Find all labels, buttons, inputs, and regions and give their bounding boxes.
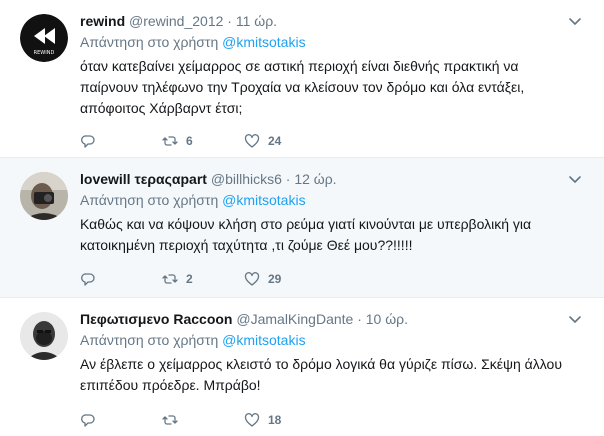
chevron-down-icon[interactable]	[568, 14, 582, 28]
retweet-icon	[162, 136, 178, 146]
like-count: 18	[268, 413, 282, 427]
retweet-icon	[162, 274, 178, 284]
svg-text:REWIND: REWIND	[34, 50, 55, 56]
tweet-header: lovewill τεραςαpart @billhicks6 · 12 ώρ.	[80, 170, 337, 188]
like-icon	[244, 134, 260, 148]
timestamp[interactable]: 12 ώρ.	[294, 171, 336, 187]
tweet-text-line: όταν κατεβαίνει χείμαρρος σε αστική περι…	[80, 58, 519, 74]
tweet-text-line: Καθώς και να κόψουν κλήση στο ρεύμα γιατ…	[80, 216, 532, 232]
retweet-button[interactable]	[162, 412, 244, 428]
like-icon	[244, 272, 260, 286]
reply-icon	[81, 135, 95, 148]
retweet-button[interactable]: 6	[162, 133, 244, 149]
display-name[interactable]: Πεφωτισμενο Raccoon	[80, 311, 232, 327]
reply-context: Απάντηση στο χρήστη @kmitsotakis	[80, 331, 306, 349]
tweet-header: rewind @rewind_2012 · 11 ώρ.	[80, 12, 277, 30]
reply-icon	[81, 414, 95, 427]
username[interactable]: @rewind_2012	[129, 13, 223, 29]
tweet-text-line: παίρνουν τηλέφωνο την Τροχαία να κλείσου…	[80, 79, 525, 95]
reply-prefix: Απάντηση στο χρήστη	[80, 192, 219, 208]
separator: ·	[357, 311, 362, 327]
retweet-button[interactable]: 2	[162, 271, 244, 287]
separator: ·	[227, 13, 232, 29]
username[interactable]: @billhicks6	[211, 171, 282, 187]
like-button[interactable]: 18	[244, 412, 326, 428]
tweet-text-line: κατοικημένη περιοχή ταχύτητα ,τι ζούμε Θ…	[80, 237, 413, 253]
tweet-actions: 2 29	[80, 271, 326, 287]
chevron-down-icon[interactable]	[568, 172, 582, 186]
retweet-icon	[162, 415, 178, 425]
tweet-text-line: επιπέδου πρόεδρε. Μπράβο!	[80, 377, 261, 393]
user-photo-icon	[20, 172, 68, 220]
retweet-count: 2	[186, 272, 193, 286]
like-icon	[244, 413, 260, 427]
user-photo-icon	[20, 312, 68, 360]
chevron-down-icon[interactable]	[568, 312, 582, 326]
mention-link[interactable]: @kmitsotakis	[222, 332, 305, 348]
tweet-text: Καθώς και να κόψουν κλήση στο ρεύμα γιατ…	[80, 214, 580, 256]
reply-button[interactable]	[80, 271, 162, 287]
separator: ·	[285, 171, 291, 187]
tweet[interactable]: lovewill τεραςαpart @billhicks6 · 12 ώρ.…	[0, 158, 604, 298]
rewind-logo-icon: REWIND	[20, 14, 68, 62]
like-count: 29	[268, 272, 282, 286]
tweet-text: όταν κατεβαίνει χείμαρρος σε αστική περι…	[80, 56, 580, 119]
username[interactable]: @JamalKingDante	[236, 311, 353, 327]
reply-context: Απάντηση στο χρήστη @kmitsotakis	[80, 33, 306, 51]
reply-context: Απάντηση στο χρήστη @kmitsotakis	[80, 191, 306, 209]
reply-button[interactable]	[80, 133, 162, 149]
tweet[interactable]: Πεφωτισμενο Raccoon @JamalKingDante · 10…	[0, 298, 604, 436]
tweet-text-line: απόφοιτος Χάρβαρντ έτσι;	[80, 100, 243, 116]
avatar[interactable]: REWIND	[20, 14, 68, 62]
reply-prefix: Απάντηση στο χρήστη	[80, 332, 219, 348]
like-count: 24	[268, 134, 282, 148]
mention-link[interactable]: @kmitsotakis	[222, 34, 305, 50]
like-button[interactable]: 29	[244, 271, 326, 287]
timestamp[interactable]: 10 ώρ.	[366, 311, 408, 327]
display-name[interactable]: rewind	[80, 13, 125, 29]
like-button[interactable]: 24	[244, 133, 326, 149]
reply-icon	[81, 273, 95, 286]
retweet-count: 6	[186, 134, 193, 148]
tweet-actions: 18	[80, 412, 326, 428]
tweet-text: Αν έβλεπε ο χείμαρρος κλειστό το δρόμο λ…	[80, 354, 580, 396]
tweet[interactable]: REWIND rewind @rewind_2012 · 11 ώρ. Απάν…	[0, 0, 604, 158]
timestamp[interactable]: 11 ώρ.	[236, 13, 277, 29]
mention-link[interactable]: @kmitsotakis	[222, 192, 305, 208]
tweet-actions: 6 24	[80, 133, 326, 149]
tweet-text-line: Αν έβλεπε ο χείμαρρος κλειστό το δρόμο λ…	[80, 356, 562, 372]
reply-button[interactable]	[80, 412, 162, 428]
tweet-header: Πεφωτισμενο Raccoon @JamalKingDante · 10…	[80, 310, 408, 328]
avatar[interactable]	[20, 312, 68, 360]
display-name[interactable]: lovewill τεραςαpart	[80, 171, 207, 187]
reply-prefix: Απάντηση στο χρήστη	[80, 34, 219, 50]
avatar[interactable]	[20, 172, 68, 220]
